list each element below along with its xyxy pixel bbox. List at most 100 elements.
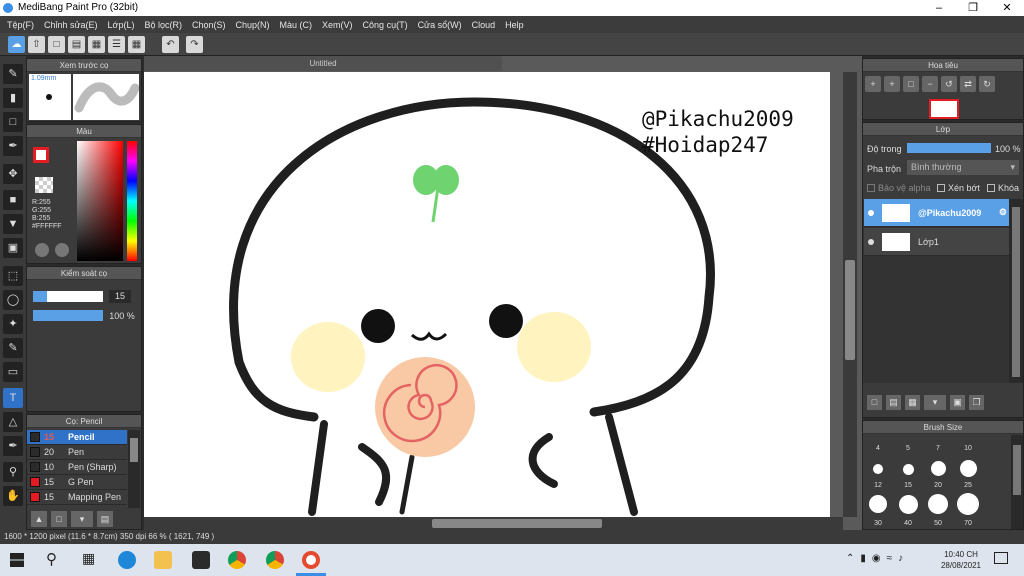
color-wheel-icon[interactable] [55, 243, 69, 257]
add-brush-icon[interactable]: ▲ [31, 511, 47, 527]
clock[interactable]: 10:40 CH 28/08/2021 [938, 549, 984, 571]
brush-menu-icon[interactable]: ▾ [71, 511, 93, 527]
brush-size-dot[interactable] [960, 460, 977, 477]
zoom-in-icon[interactable]: + [865, 76, 881, 92]
blend-mode-select[interactable]: Bình thường ▾ [907, 160, 1019, 175]
select-eraser-icon[interactable]: ▭ [3, 362, 23, 382]
windows-start-icon[interactable] [10, 553, 24, 567]
lasso-tool-icon[interactable]: ◯ [3, 290, 23, 310]
brush-size-scrollbar[interactable] [1011, 435, 1023, 529]
task-view-icon[interactable]: ▦ [82, 550, 95, 567]
edge-icon[interactable] [118, 551, 136, 569]
brush-size-25[interactable]: 25 [958, 482, 978, 489]
document-icon[interactable]: ▦ [88, 36, 105, 53]
brush-size-dot[interactable] [928, 494, 948, 514]
brush-item-mapping-pen[interactable]: 15 Mapping Pen [27, 490, 127, 505]
layer-item-layer1[interactable]: Lớp1 [864, 228, 1009, 256]
rotate-right-icon[interactable]: ↻ [979, 76, 995, 92]
list-icon[interactable]: ☰ [108, 36, 125, 53]
brush-list-scroll-thumb[interactable] [130, 438, 138, 462]
bucket-tool-icon[interactable]: ▼ [3, 214, 23, 234]
brush-size-15[interactable]: 15 [898, 482, 918, 489]
brush-size-dot[interactable] [931, 461, 946, 476]
text-tool-icon[interactable]: T [3, 388, 23, 408]
search-icon[interactable]: ⚲ [46, 550, 57, 568]
operation-tool-icon[interactable]: △ [3, 412, 23, 432]
brush-tool-icon[interactable]: ✎ [3, 64, 23, 84]
cloud-icon[interactable]: ☁ [8, 36, 25, 53]
brush-item-pencil[interactable]: 15 Pencil [27, 430, 127, 445]
undo-icon[interactable]: ↶ [162, 36, 179, 53]
menu-view[interactable]: Xem(V) [317, 20, 358, 30]
new-layer-icon[interactable]: □ [867, 395, 882, 410]
vertical-scroll-thumb[interactable] [845, 260, 855, 360]
clipping-checkbox[interactable] [937, 184, 945, 192]
select-pen-icon[interactable]: ✎ [3, 338, 23, 358]
brush-size-50[interactable]: 50 [928, 520, 948, 527]
system-tray-icons[interactable]: ⌃▮◉≈♪ [846, 553, 909, 564]
medibang-icon[interactable] [302, 551, 320, 569]
lock-checkbox[interactable] [987, 184, 995, 192]
rotate-left-icon[interactable]: ↺ [941, 76, 957, 92]
brush-size-dot[interactable] [873, 464, 883, 474]
brush-size-70[interactable]: 70 [958, 520, 978, 527]
eyedropper-icon[interactable]: ⚲ [3, 462, 23, 482]
menu-select[interactable]: Chọn(S) [187, 20, 231, 30]
brush-size-dot[interactable] [869, 495, 887, 513]
primary-color-swatch[interactable] [33, 147, 49, 163]
redo-icon[interactable]: ↷ [186, 36, 203, 53]
color-saturation-box[interactable] [77, 141, 123, 261]
menu-cloud[interactable]: Cloud [467, 20, 501, 30]
brush-size-dot[interactable] [899, 495, 918, 514]
brush-size-10[interactable]: 10 [958, 445, 978, 452]
flip-icon[interactable]: ⇄ [960, 76, 976, 92]
layer-scroll-thumb[interactable] [1012, 207, 1020, 377]
brush-list-scrollbar[interactable] [128, 430, 140, 508]
minimize-button[interactable]: – [922, 0, 956, 16]
brush-item-pen-sharp[interactable]: 10 Pen (Sharp) [27, 460, 127, 475]
file-explorer-icon[interactable] [154, 551, 172, 569]
menu-window[interactable]: Cửa sổ(W) [413, 20, 467, 30]
pen-tool-icon[interactable]: ✒ [3, 136, 23, 156]
brush-item-pen[interactable]: 20 Pen [27, 445, 127, 460]
rectangle-tool-icon[interactable]: □ [3, 112, 23, 132]
layer-menu-icon[interactable]: ▾ [924, 395, 946, 410]
close-button[interactable]: ✕ [990, 0, 1024, 16]
protect-alpha-option[interactable]: Bảo vệ alpha [867, 183, 931, 193]
divide-tool-icon[interactable]: ✒ [3, 436, 23, 456]
navigator-thumbnail[interactable] [929, 99, 959, 119]
gradient-tool-icon[interactable]: ▣ [3, 238, 23, 258]
menu-layer[interactable]: Lớp(L) [103, 20, 140, 30]
horizontal-scroll-thumb[interactable] [432, 519, 602, 528]
visibility-icon[interactable] [868, 238, 874, 245]
fit-icon[interactable]: □ [903, 76, 919, 92]
layer-opacity-slider[interactable] [907, 143, 991, 153]
menu-file[interactable]: Tệp(F) [2, 20, 39, 30]
palette-icon[interactable] [35, 243, 49, 257]
new-layer-2-icon[interactable]: ▤ [886, 395, 901, 410]
menu-snap[interactable]: Chụp(N) [231, 20, 275, 30]
document-tab[interactable]: Untitled [144, 56, 502, 71]
maximize-button[interactable]: ❐ [956, 0, 990, 16]
zoom-out-icon[interactable]: − [922, 76, 938, 92]
comment-icon[interactable]: □ [48, 36, 65, 53]
protect-alpha-checkbox[interactable] [867, 184, 875, 192]
lock-option[interactable]: Khóa [987, 183, 1019, 193]
copy-layer-icon[interactable]: ▦ [905, 395, 920, 410]
drawing-canvas[interactable]: @Pikachu2009 #Hoidap247 [144, 72, 830, 517]
canvas-horizontal-scrollbar[interactable] [144, 517, 843, 530]
folder-icon[interactable]: ▣ [950, 395, 965, 410]
brush-size-4[interactable]: 4 [868, 445, 888, 452]
menu-help[interactable]: Help [500, 20, 529, 30]
menu-edit[interactable]: Chỉnh sửa(E) [39, 20, 103, 30]
grid-icon[interactable]: ▦ [128, 36, 145, 53]
brush-size-7[interactable]: 7 [928, 445, 948, 452]
hand-tool-icon[interactable]: ✋ [3, 486, 23, 506]
chrome-profile-icon[interactable] [266, 551, 284, 569]
move-tool-icon[interactable]: ✥ [3, 164, 23, 184]
brush-item-g-pen[interactable]: 15 G Pen [27, 475, 127, 490]
brush-size-dot[interactable] [903, 464, 914, 475]
brush-size-slider[interactable] [33, 291, 103, 302]
clipping-option[interactable]: Xén bớt [937, 183, 980, 193]
hue-slider[interactable] [127, 141, 137, 261]
